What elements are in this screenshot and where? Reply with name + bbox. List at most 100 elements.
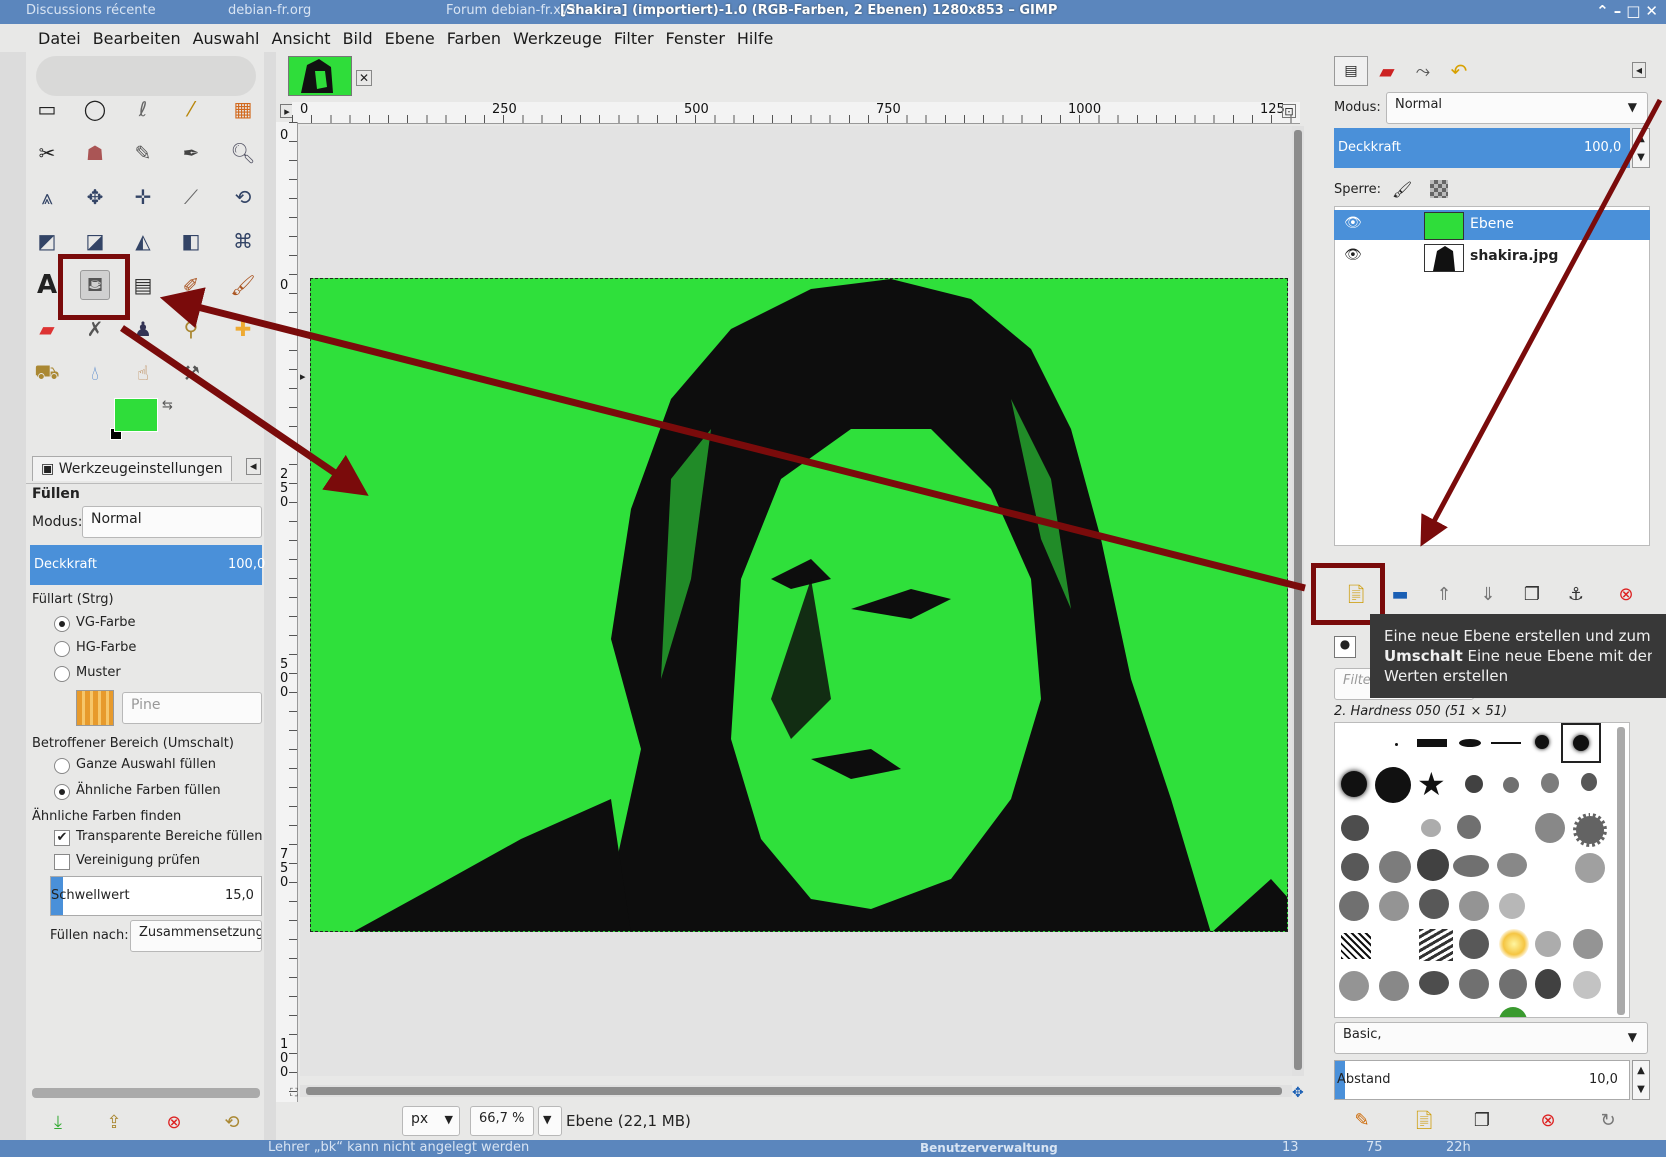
layers-tab-icon[interactable]: ▤ xyxy=(1334,56,1368,86)
menu-bearbeiten[interactable]: Bearbeiten xyxy=(87,29,187,48)
crop-icon[interactable]: ⟋ xyxy=(176,182,206,212)
brush-item[interactable] xyxy=(1459,891,1489,921)
fill-by-select[interactable]: Zusammensetzung xyxy=(130,920,262,952)
flip-icon[interactable]: ◧ xyxy=(176,226,206,256)
brush-item[interactable] xyxy=(1419,889,1449,919)
layer-row-shakira[interactable]: 👁︎ shakira.jpg xyxy=(1334,242,1650,272)
brush-item[interactable] xyxy=(1419,971,1449,995)
panel-menu-icon[interactable]: ◂ xyxy=(246,458,261,475)
layer-row-ebene[interactable]: 👁︎ Ebene xyxy=(1334,210,1650,240)
dock-menu-icon[interactable]: ◂ xyxy=(1632,62,1647,78)
brush-item[interactable] xyxy=(1491,742,1521,744)
new-brush-icon[interactable]: 📄︎ xyxy=(1410,1106,1438,1134)
vertical-scrollbar[interactable] xyxy=(1292,126,1304,1076)
paths-icon[interactable]: ✎ xyxy=(128,138,158,168)
blur-icon[interactable]: 💧︎ xyxy=(80,358,110,388)
brush-item[interactable] xyxy=(1499,893,1525,919)
brush-item[interactable] xyxy=(1497,853,1527,877)
swap-colors-icon[interactable]: ⇆ xyxy=(162,398,173,413)
reset-options-icon[interactable]: ⟲ xyxy=(218,1108,246,1136)
brush-preview-icon[interactable]: ● xyxy=(1334,636,1356,658)
spacing-spin[interactable]: ▲ ▼ xyxy=(1632,1060,1650,1100)
brush-grid[interactable]: ★ xyxy=(1334,722,1630,1018)
spacing-slider[interactable]: Abstand 10,0 xyxy=(1334,1060,1630,1100)
brush-item[interactable] xyxy=(1395,743,1398,746)
anchor-layer-icon[interactable]: ⚓ xyxy=(1562,580,1590,608)
brush-item[interactable] xyxy=(1339,971,1369,1001)
menu-datei[interactable]: Datei xyxy=(32,29,87,48)
color-picker-icon[interactable]: ✒ xyxy=(176,138,206,168)
brush-item[interactable] xyxy=(1379,971,1409,1001)
visibility-eye-icon[interactable]: 👁︎ xyxy=(1344,247,1362,263)
brush-item[interactable] xyxy=(1375,767,1411,803)
brush-item[interactable] xyxy=(1535,969,1561,999)
brush-item[interactable] xyxy=(1417,849,1449,881)
brush-item[interactable] xyxy=(1459,929,1489,959)
visibility-eye-icon[interactable]: 👁︎ xyxy=(1344,215,1362,231)
delete-brush-icon[interactable]: ⊗ xyxy=(1534,1106,1562,1134)
navigate-icon[interactable]: ✥ xyxy=(1292,1085,1304,1101)
free-select-icon[interactable]: ℓ xyxy=(128,94,158,124)
rotate-icon[interactable]: ⟲ xyxy=(228,182,258,212)
rect-select-icon[interactable]: ▭ xyxy=(32,94,62,124)
brush-item[interactable] xyxy=(1503,777,1519,793)
smudge-icon[interactable]: ☝ xyxy=(128,358,158,388)
delete-layer-icon[interactable]: ⊗ xyxy=(1612,580,1640,608)
brush-item[interactable] xyxy=(1573,971,1601,999)
brush-item[interactable] xyxy=(1341,771,1367,797)
brush-set-select[interactable]: Basic, ▼ xyxy=(1334,1022,1648,1054)
zoom-fit-icon[interactable]: ⊡ xyxy=(1282,104,1296,118)
color-select-icon[interactable]: ▦ xyxy=(228,94,258,124)
brush-item[interactable] xyxy=(1341,815,1369,841)
horizontal-scrollbar-thumb[interactable] xyxy=(306,1087,1282,1095)
fg-color-swatch[interactable] xyxy=(114,398,158,432)
raise-layer-icon[interactable]: ⇑ xyxy=(1430,580,1458,608)
brush-item[interactable] xyxy=(1341,853,1369,881)
dodge-burn-icon[interactable]: ⚒ xyxy=(176,358,206,388)
refresh-brushes-icon[interactable]: ↻ xyxy=(1594,1106,1622,1134)
checkbox-merged[interactable] xyxy=(54,854,70,870)
brush-item[interactable] xyxy=(1535,735,1549,749)
close-tab-icon[interactable]: ✕ xyxy=(356,70,373,86)
unit-select[interactable]: px ▼ xyxy=(402,1106,460,1136)
new-layer-group-icon[interactable]: ▬ xyxy=(1386,580,1414,608)
menu-farben[interactable]: Farben xyxy=(441,29,507,48)
layer-opacity-spin[interactable]: ▲ ▼ xyxy=(1632,128,1650,168)
radio-similar-colors[interactable] xyxy=(54,784,70,800)
paths-tab-icon[interactable]: ⤳ xyxy=(1406,56,1440,86)
brush-item-selected[interactable] xyxy=(1561,723,1601,763)
zoom-dropdown-icon[interactable]: ▼ xyxy=(538,1106,562,1136)
duplicate-layer-icon[interactable]: ❐ xyxy=(1518,580,1546,608)
menu-hilfe[interactable]: Hilfe xyxy=(731,29,779,48)
ink-icon[interactable]: ♟ xyxy=(128,314,158,344)
brush-grid-scrollbar[interactable] xyxy=(1617,727,1625,1015)
layer-mode-select[interactable]: Normal ▼ xyxy=(1386,92,1648,124)
lower-layer-icon[interactable]: ⇓ xyxy=(1474,580,1502,608)
save-options-icon[interactable]: ⤓ xyxy=(44,1108,72,1136)
clone-icon[interactable]: ⚲ xyxy=(176,314,206,344)
undo-history-tab-icon[interactable]: ↶ xyxy=(1442,56,1476,86)
brush-item[interactable] xyxy=(1419,929,1453,961)
measure-icon[interactable]: ⩓ xyxy=(32,182,62,212)
close-icon[interactable]: ✕ xyxy=(1645,2,1658,20)
lock-alpha-icon[interactable] xyxy=(1430,180,1448,198)
brush-item[interactable] xyxy=(1535,813,1565,843)
scissors-icon[interactable]: ✂ xyxy=(32,138,62,168)
radio-whole-selection[interactable] xyxy=(54,758,70,774)
tab-tool-options[interactable]: ▣ Werkzeugeinstellungen xyxy=(32,456,232,481)
zoom-field[interactable]: 66,7 % xyxy=(470,1106,534,1136)
menu-ansicht[interactable]: Ansicht xyxy=(266,29,337,48)
brush-item[interactable] xyxy=(1573,813,1607,847)
delete-options-icon[interactable]: ⊗ xyxy=(160,1108,188,1136)
menu-bild[interactable]: Bild xyxy=(337,29,379,48)
radio-pattern[interactable] xyxy=(54,666,70,682)
brush-item[interactable] xyxy=(1379,851,1411,883)
horizontal-scrollbar[interactable] xyxy=(300,1085,1292,1097)
lock-pixels-icon[interactable]: 🖌︎ xyxy=(1392,180,1412,199)
fuzzy-select-icon[interactable]: ⁄ xyxy=(176,94,206,124)
paintbrush-icon[interactable]: 🖌︎ xyxy=(228,270,258,300)
restore-icon[interactable]: □ xyxy=(1626,2,1640,20)
shear-icon[interactable]: ◪ xyxy=(80,226,110,256)
brush-item[interactable]: ★ xyxy=(1417,765,1446,803)
brush-item[interactable] xyxy=(1459,739,1481,747)
